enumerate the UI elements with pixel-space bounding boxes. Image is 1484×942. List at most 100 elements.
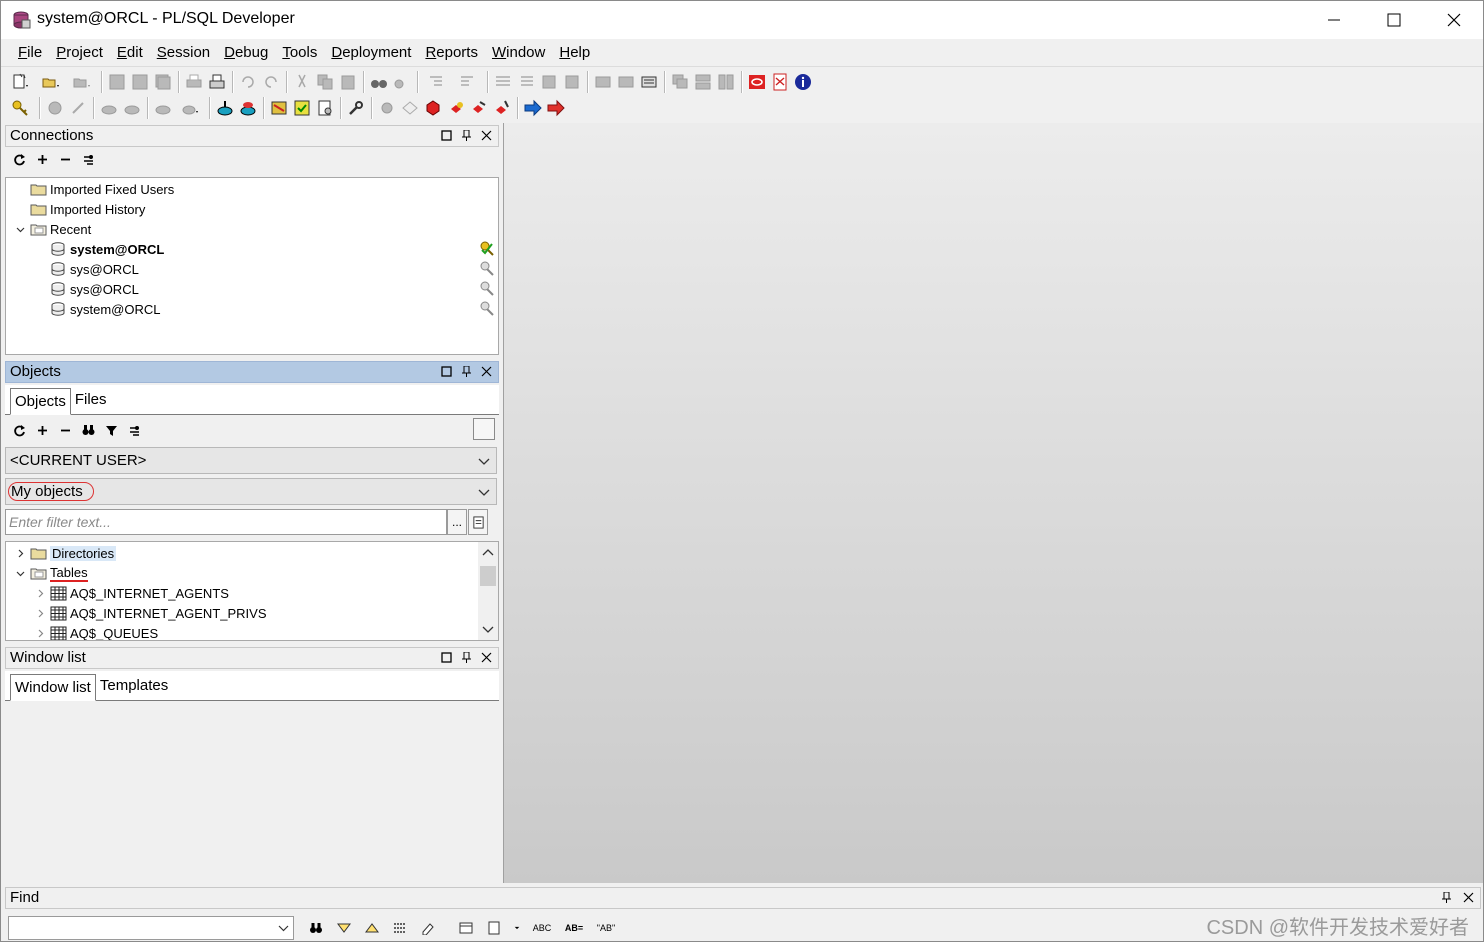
find-button[interactable] <box>368 71 390 93</box>
scroll-up-icon[interactable] <box>482 547 494 559</box>
drop-object-button[interactable] <box>57 422 73 438</box>
cut-button[interactable] <box>291 71 313 93</box>
find-object-button[interactable] <box>80 422 96 438</box>
menu-reports[interactable]: Reports <box>418 44 485 61</box>
tree-item[interactable]: Recent <box>14 219 91 239</box>
menu-session[interactable]: Session <box>150 44 217 61</box>
tree-item[interactable]: AQ$_INTERNET_AGENT_PRIVS <box>34 603 267 623</box>
close-panel-button[interactable] <box>480 364 492 378</box>
float-panel-button[interactable] <box>440 364 452 378</box>
replace-button[interactable] <box>391 71 413 93</box>
tree-item[interactable]: AQ$_QUEUES <box>34 623 158 640</box>
unindent-button[interactable] <box>453 71 483 93</box>
user-select[interactable]: <CURRENT USER> <box>5 447 497 474</box>
tree-item[interactable]: Directories <box>14 543 117 563</box>
find-in-editor-button[interactable] <box>457 919 475 937</box>
indent-button[interactable] <box>422 71 452 93</box>
sql-window-button[interactable] <box>152 97 174 119</box>
clear-highlight-button[interactable] <box>419 919 437 937</box>
menu-window[interactable]: Window <box>485 44 552 61</box>
paste-button[interactable] <box>337 71 359 93</box>
refresh-button[interactable] <box>11 151 27 167</box>
close-panel-button[interactable] <box>480 128 492 142</box>
menu-project[interactable]: Project <box>49 44 110 61</box>
about-button[interactable] <box>792 71 814 93</box>
import-tables-button[interactable] <box>214 97 236 119</box>
find-next-button[interactable] <box>335 919 353 937</box>
execute-button[interactable] <box>44 97 66 119</box>
tree-item[interactable]: system@ORCL <box>34 299 161 319</box>
tree-item[interactable]: AQ$_INTERNET_AGENTS <box>34 583 229 603</box>
report-button[interactable] <box>314 97 336 119</box>
remove-connection-button[interactable] <box>57 151 73 167</box>
step-out-button[interactable] <box>491 97 513 119</box>
open-button[interactable] <box>36 71 66 93</box>
properties-button[interactable] <box>80 151 96 167</box>
regex-button[interactable]: "AB" <box>595 919 617 937</box>
query-builder-button[interactable] <box>592 71 614 93</box>
cascade-button[interactable] <box>669 71 691 93</box>
float-panel-button[interactable] <box>440 650 452 664</box>
test-manager-button[interactable] <box>291 97 313 119</box>
add-connection-button[interactable] <box>34 151 50 167</box>
tile-horizontal-button[interactable] <box>692 71 714 93</box>
refresh-button[interactable] <box>11 422 27 438</box>
chevron-down-icon[interactable] <box>14 567 26 579</box>
menu-debug[interactable]: Debug <box>217 44 275 61</box>
chevron-right-icon[interactable] <box>34 627 46 639</box>
close-window-button[interactable] <box>1425 1 1483 39</box>
whole-word-button[interactable]: AB= <box>563 919 585 937</box>
object-properties-button[interactable] <box>126 422 142 438</box>
save-button[interactable] <box>106 71 128 93</box>
preferences-button[interactable] <box>345 97 367 119</box>
debug-step-button[interactable] <box>399 97 421 119</box>
new-object-button[interactable] <box>34 422 50 438</box>
find-all-button[interactable] <box>391 919 409 937</box>
find-button[interactable] <box>307 919 325 937</box>
maximize-button[interactable] <box>1365 1 1423 39</box>
compare-button[interactable] <box>268 97 290 119</box>
describe-button[interactable] <box>615 71 637 93</box>
scope-select[interactable]: My objects <box>5 478 497 505</box>
filter-browse-button[interactable]: ... <box>447 509 467 535</box>
menu-file[interactable]: File <box>11 44 49 61</box>
menu-deployment[interactable]: Deployment <box>324 44 418 61</box>
new-button[interactable] <box>5 71 35 93</box>
find-scope-button[interactable] <box>485 919 503 937</box>
tile-vertical-button[interactable] <box>715 71 737 93</box>
print-button[interactable] <box>183 71 205 93</box>
float-panel-button[interactable] <box>440 128 452 142</box>
export-tables-button[interactable] <box>237 97 259 119</box>
menu-help[interactable]: Help <box>552 44 597 61</box>
tab-files[interactable]: Files <box>71 387 111 414</box>
pin-panel-button[interactable] <box>460 128 472 142</box>
tree-item[interactable]: system@ORCL <box>34 239 164 259</box>
pin-panel-button[interactable] <box>460 364 472 378</box>
sql-options-button[interactable] <box>175 97 205 119</box>
find-input[interactable] <box>8 916 294 940</box>
comment-button[interactable] <box>492 71 514 93</box>
tree-item[interactable]: sys@ORCL <box>34 259 139 279</box>
minimize-button[interactable] <box>1305 1 1363 39</box>
uncomment-button[interactable] <box>515 71 537 93</box>
scroll-thumb[interactable] <box>480 566 496 586</box>
next-button[interactable] <box>545 97 567 119</box>
filter-options-button[interactable] <box>468 509 488 535</box>
chevron-right-icon[interactable] <box>34 607 46 619</box>
save-as-button[interactable] <box>129 71 151 93</box>
logon-button[interactable] <box>5 97 35 119</box>
break-button[interactable] <box>67 97 89 119</box>
filter-button[interactable] <box>103 422 119 438</box>
tab-window-list[interactable]: Window list <box>10 674 96 701</box>
tab-objects[interactable]: Objects <box>10 388 71 415</box>
undo-button[interactable] <box>237 71 259 93</box>
match-case-button[interactable]: ABC <box>531 919 553 937</box>
tree-item[interactable]: Tables <box>14 563 88 583</box>
chevron-right-icon[interactable] <box>34 587 46 599</box>
forward-button[interactable] <box>522 97 544 119</box>
step-into-button[interactable] <box>445 97 467 119</box>
close-panel-button[interactable] <box>480 650 492 664</box>
scroll-down-icon[interactable] <box>482 623 494 635</box>
reopen-button[interactable] <box>67 71 97 93</box>
format-button[interactable] <box>561 71 583 93</box>
